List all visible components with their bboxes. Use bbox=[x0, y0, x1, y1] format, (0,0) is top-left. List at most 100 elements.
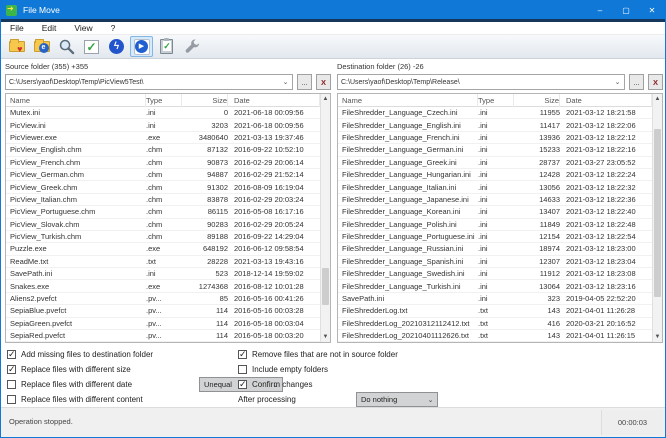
checkbox-icon[interactable] bbox=[7, 350, 16, 359]
file-row[interactable]: FileShredder_Language_Greek.ini.ini28737… bbox=[338, 157, 652, 169]
column-header-type[interactable]: Type bbox=[478, 94, 514, 107]
destination-scrollbar[interactable]: ▲ ▼ bbox=[652, 94, 662, 342]
chevron-down-icon[interactable]: ⌄ bbox=[279, 78, 292, 86]
menu-file[interactable]: File bbox=[1, 23, 33, 33]
file-move-window: File Move – ▢ ✕ File Edit View ? ♥ e ✓ ϟ bbox=[0, 0, 666, 438]
file-row[interactable]: FileShredder_Language_Portuguese.ini.ini… bbox=[338, 231, 652, 243]
file-row[interactable]: SepiaBlue.pvefct.pv...1142016-05-16 00:0… bbox=[6, 305, 320, 317]
file-row[interactable]: FileShredder_Language_Spanish.ini.ini123… bbox=[338, 256, 652, 268]
destination-path-combobox[interactable]: C:\Users\yaof\Desktop\Temp\Release\ ⌄ bbox=[337, 74, 625, 90]
status-bar: Operation stopped. 00:00:03 bbox=[1, 407, 665, 437]
file-row[interactable]: PicView_Slovak.chm.chm902832016-02-29 20… bbox=[6, 219, 320, 231]
file-row[interactable]: FileShredder_Language_Korean.ini.ini1340… bbox=[338, 206, 652, 218]
column-header-size[interactable]: Size bbox=[514, 94, 560, 107]
file-row[interactable]: FileShredder_Language_English.ini.ini114… bbox=[338, 119, 652, 131]
verify-button[interactable]: ✓ bbox=[80, 36, 103, 57]
file-row[interactable]: SepiaRed.pvefct.pv...1142016-05-18 00:03… bbox=[6, 330, 320, 342]
file-row[interactable]: Snakes.exe.exe12743682016-08-12 10:01:28 bbox=[6, 280, 320, 292]
source-clear-button[interactable]: X bbox=[316, 74, 331, 90]
compare-button[interactable]: ϟ bbox=[105, 36, 128, 57]
option-replace-different-size[interactable]: Replace files with different size bbox=[7, 363, 131, 376]
file-row[interactable]: PicView_German.chm.chm948872016-02-29 21… bbox=[6, 169, 320, 181]
menu-view[interactable]: View bbox=[65, 23, 101, 33]
column-header-size[interactable]: Size bbox=[182, 94, 228, 107]
file-row[interactable]: FileShredderLog_20210312112412.txt.txt41… bbox=[338, 318, 652, 330]
column-header-date[interactable]: Date bbox=[560, 94, 652, 107]
file-row[interactable]: FileShredder_Language_Turkish.ini.ini130… bbox=[338, 280, 652, 292]
column-header-date[interactable]: Date bbox=[228, 94, 320, 107]
destination-file-list: Name Type Size Date FileShredder_Languag… bbox=[337, 93, 663, 343]
file-row[interactable]: Aliens2.pvefct.pv...852016-05-16 00:41:2… bbox=[6, 293, 320, 305]
file-row[interactable]: PicView_Greek.chm.chm913022016-08-09 16:… bbox=[6, 181, 320, 193]
file-row[interactable]: PicView_English.chm.chm871322016-09-22 1… bbox=[6, 144, 320, 156]
file-row[interactable]: FileShredder_Language_German.ini.ini1523… bbox=[338, 144, 652, 156]
file-row[interactable]: PicView_French.chm.chm908732016-02-29 20… bbox=[6, 157, 320, 169]
column-header-type[interactable]: Type bbox=[146, 94, 182, 107]
option-include-empty-folders[interactable]: Include empty folders bbox=[238, 363, 328, 376]
folder-globe-icon: e bbox=[34, 41, 50, 52]
file-row[interactable]: FileShredder_Language_Russian.ini.ini189… bbox=[338, 243, 652, 255]
option-remove-missing-files[interactable]: Remove files that are not in source fold… bbox=[238, 348, 398, 361]
file-row[interactable]: Puzzle.exe.exe6481922016-06-12 09:58:54 bbox=[6, 243, 320, 255]
options-button[interactable] bbox=[180, 36, 203, 57]
file-row[interactable]: FileShredder_Language_Italian.ini.ini130… bbox=[338, 181, 652, 193]
file-row[interactable]: FileShredder_Language_Polish.ini.ini1184… bbox=[338, 219, 652, 231]
scrollbar-thumb[interactable] bbox=[654, 129, 661, 298]
scroll-up-icon[interactable]: ▲ bbox=[653, 94, 662, 104]
file-row[interactable]: SepiaGreen.pvefct.pv...1142016-05-18 00:… bbox=[6, 318, 320, 330]
destination-panel: Destination folder (26) -26 C:\Users\yao… bbox=[337, 59, 663, 343]
checkbox-icon[interactable] bbox=[238, 365, 247, 374]
file-row[interactable]: FileShredder_Language_Japanese.ini.ini14… bbox=[338, 194, 652, 206]
option-replace-different-date[interactable]: Replace files with different date bbox=[7, 378, 132, 391]
option-confirm-changes[interactable]: Confirm changes bbox=[238, 378, 312, 391]
destination-browse-button[interactable]: ... bbox=[629, 74, 644, 90]
file-row[interactable]: Mutex.ini.ini02021-06-18 00:09:56 bbox=[6, 107, 320, 119]
source-path-value: C:\Users\yaof\Desktop\Temp\PicView5Test\ bbox=[6, 79, 279, 86]
option-replace-different-content[interactable]: Replace files with different content bbox=[7, 393, 143, 406]
file-row[interactable]: PicView_Portuguese.chm.chm861152016-05-0… bbox=[6, 206, 320, 218]
checkbox-icon[interactable] bbox=[7, 365, 16, 374]
destination-path-row: C:\Users\yaof\Desktop\Temp\Release\ ⌄ ..… bbox=[337, 74, 663, 90]
maximize-button[interactable]: ▢ bbox=[613, 1, 639, 19]
source-scrollbar[interactable]: ▲ ▼ bbox=[320, 94, 330, 342]
close-button[interactable]: ✕ bbox=[639, 1, 665, 19]
after-processing-dropdown[interactable]: Do nothing ⌄ bbox=[356, 392, 438, 407]
source-folder-button[interactable]: ♥ bbox=[5, 36, 28, 57]
column-header-name[interactable]: Name bbox=[338, 94, 478, 107]
source-path-combobox[interactable]: C:\Users\yaof\Desktop\Temp\PicView5Test\… bbox=[5, 74, 293, 90]
file-row[interactable]: FileShredderLog.txt.txt1432021-04-01 11:… bbox=[338, 305, 652, 317]
run-play-icon: ▶ bbox=[134, 39, 150, 55]
chevron-down-icon[interactable]: ⌄ bbox=[611, 78, 624, 86]
file-row[interactable]: FileShredder_Language_French.ini.ini1393… bbox=[338, 132, 652, 144]
file-row[interactable]: FileShredder_Language_Czech.ini.ini11955… bbox=[338, 107, 652, 119]
scroll-down-icon[interactable]: ▼ bbox=[653, 332, 662, 342]
file-row[interactable]: PicView_Turkish.chm.chm891882016-09-22 1… bbox=[6, 231, 320, 243]
file-row[interactable]: PicViewer.exe.exe34806402021-03-13 19:37… bbox=[6, 132, 320, 144]
file-row[interactable]: PicView.ini.ini32032021-06-18 00:09:56 bbox=[6, 119, 320, 131]
scrollbar-thumb[interactable] bbox=[322, 268, 329, 305]
menu-edit[interactable]: Edit bbox=[33, 23, 66, 33]
file-row[interactable]: FileShredderLog_20210401112626.txt.txt14… bbox=[338, 330, 652, 342]
minimize-button[interactable]: – bbox=[587, 1, 613, 19]
file-row[interactable]: SavePath.ini.ini5232018-12-14 19:59:02 bbox=[6, 268, 320, 280]
log-button[interactable] bbox=[155, 36, 178, 57]
destination-clear-button[interactable]: X bbox=[648, 74, 663, 90]
run-button[interactable]: ▶ bbox=[130, 36, 153, 57]
preview-button[interactable] bbox=[55, 36, 78, 57]
scroll-down-icon[interactable]: ▼ bbox=[321, 332, 330, 342]
option-add-missing-files[interactable]: Add missing files to destination folder bbox=[7, 348, 153, 361]
checkbox-icon[interactable] bbox=[7, 380, 16, 389]
column-header-name[interactable]: Name bbox=[6, 94, 146, 107]
checkbox-icon[interactable] bbox=[238, 350, 247, 359]
file-row[interactable]: SavePath.ini.ini3232019-04-05 22:52:20 bbox=[338, 293, 652, 305]
file-row[interactable]: FileShredder_Language_Hungarian.ini.ini1… bbox=[338, 169, 652, 181]
source-browse-button[interactable]: ... bbox=[297, 74, 312, 90]
file-row[interactable]: FileShredder_Language_Swedish.ini.ini119… bbox=[338, 268, 652, 280]
file-row[interactable]: PicView_Italian.chm.chm838782016-02-29 2… bbox=[6, 194, 320, 206]
file-row[interactable]: ReadMe.txt.txt282282021-03-13 19:43:16 bbox=[6, 256, 320, 268]
checkbox-icon[interactable] bbox=[238, 380, 247, 389]
scroll-up-icon[interactable]: ▲ bbox=[321, 94, 330, 104]
dest-folder-button[interactable]: e bbox=[30, 36, 53, 57]
checkbox-icon[interactable] bbox=[7, 395, 16, 404]
menu-help[interactable]: ? bbox=[102, 23, 125, 33]
